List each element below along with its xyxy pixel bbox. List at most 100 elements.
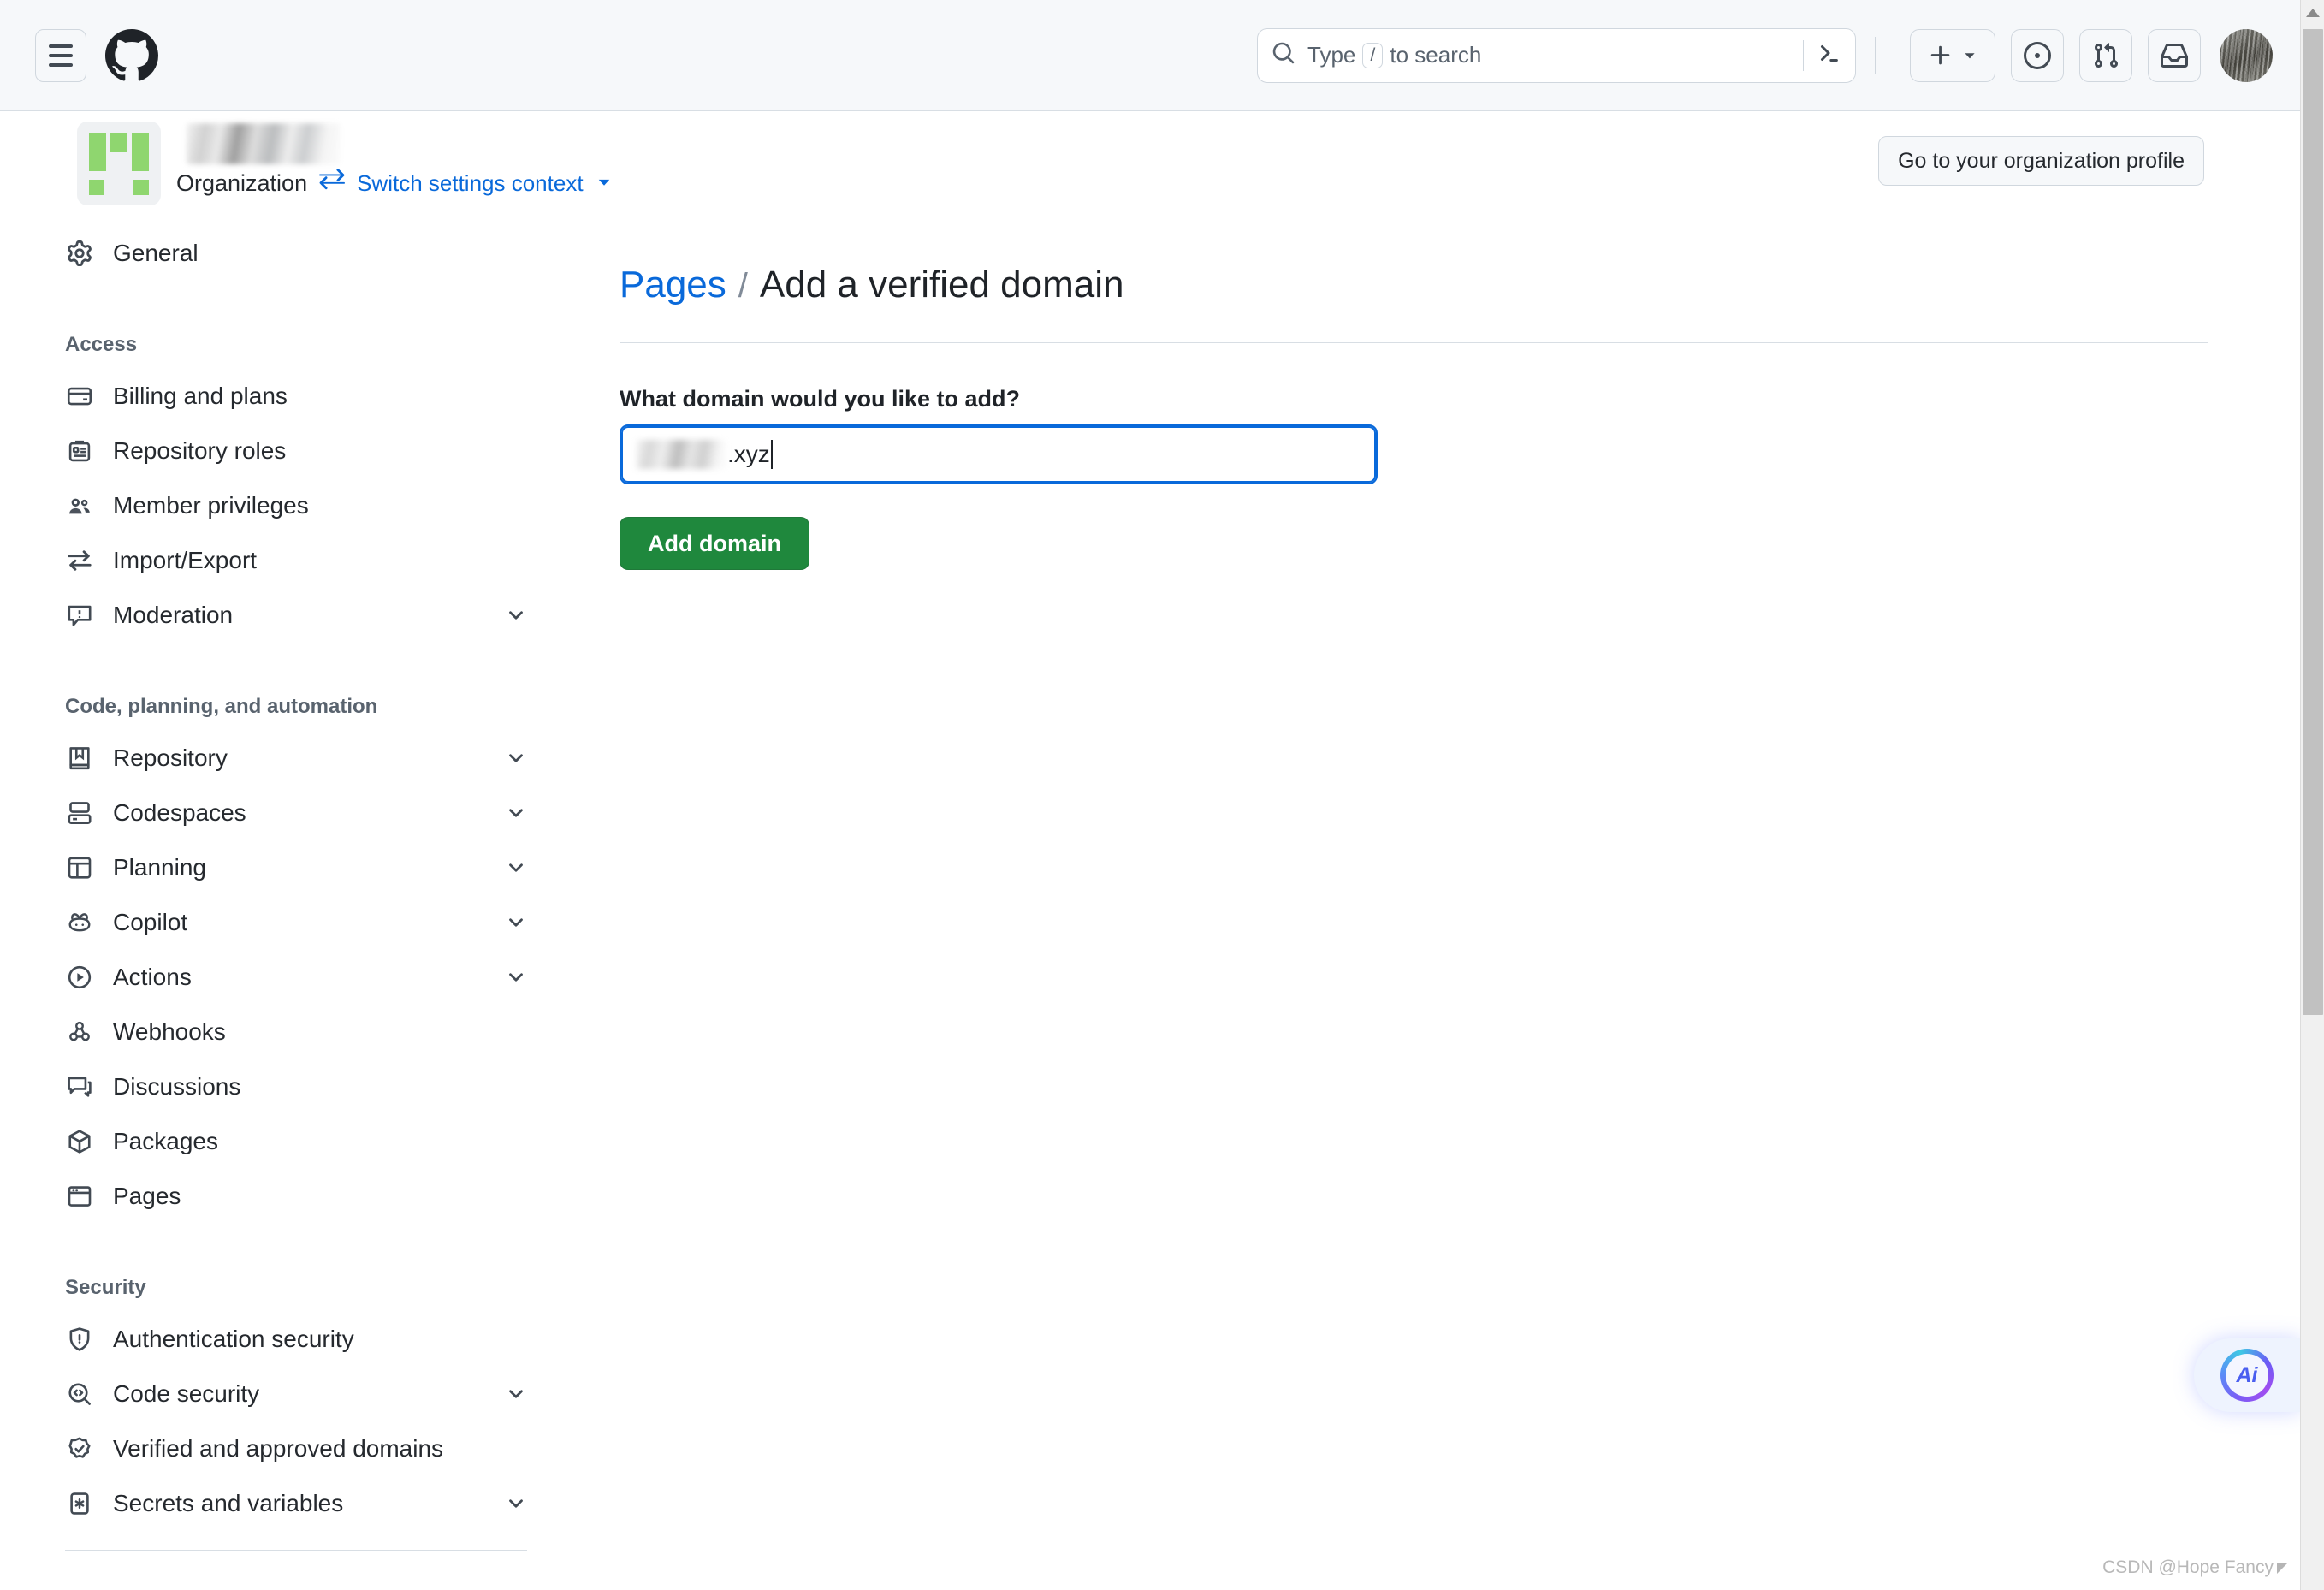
sidebar-item-label: Planning: [113, 854, 206, 881]
sidebar-item-label: Import/Export: [113, 547, 258, 573]
sidebar-item-repository[interactable]: Repository: [65, 731, 575, 786]
sidebar-section-code-title: Code, planning, and automation: [65, 695, 378, 718]
sidebar-item-label: Codespaces: [113, 799, 246, 826]
sidebar-item-repository-roles[interactable]: Repository roles: [65, 424, 575, 478]
sidebar-item-secrets-and-variables[interactable]: Secrets and variables: [65, 1476, 575, 1531]
sidebar-item-actions[interactable]: Actions: [65, 950, 575, 1005]
sidebar-top-gap: [65, 211, 575, 226]
org-identity: Organization Switch settings context: [77, 122, 613, 205]
sidebar-item-verified-and-approved-domains[interactable]: Verified and approved domains: [65, 1421, 575, 1476]
sidebar-item-label: Webhooks: [113, 1018, 226, 1045]
sidebar-item-discussions[interactable]: Discussions: [65, 1059, 575, 1114]
search-divider: [1803, 39, 1804, 71]
page-title: Add a verified domain: [759, 264, 1124, 306]
content-divider: [620, 342, 2208, 343]
ai-label: Ai: [2226, 1354, 2268, 1397]
chevron-down-icon[interactable]: [596, 170, 613, 197]
repo-icon: [65, 744, 94, 773]
header-separator: [1875, 36, 1876, 74]
hamburger-icon[interactable]: [35, 28, 86, 82]
watermark-text: CSDN @Hope Fancy: [2102, 1557, 2274, 1577]
id-badge-icon: [65, 436, 94, 466]
sidebar-divider: [65, 1550, 527, 1551]
chevron-down-icon[interactable]: [505, 747, 527, 769]
arrow-switch-icon: [65, 546, 94, 575]
org-context-row: Organization Switch settings context: [176, 168, 613, 199]
sidebar-item-import-export[interactable]: Import/Export: [65, 533, 575, 588]
search-input[interactable]: Type / to search: [1257, 27, 1856, 83]
chevron-down-icon[interactable]: [505, 911, 527, 934]
webhook-icon: [65, 1017, 94, 1047]
sidebar-item-member-privileges[interactable]: Member privileges: [65, 478, 575, 533]
sidebar-item-label: General: [113, 240, 199, 266]
organization-avatar[interactable]: [77, 122, 161, 205]
sidebar-item-moderation[interactable]: Moderation: [65, 588, 575, 643]
arrow-switch-icon: [319, 168, 346, 199]
sidebar-item-authentication-security[interactable]: Authentication security: [65, 1312, 575, 1367]
add-domain-button[interactable]: Add domain: [620, 517, 809, 570]
terminal-icon[interactable]: [1816, 40, 1841, 70]
notifications-button[interactable]: [2148, 28, 2201, 82]
chevron-down-icon[interactable]: [505, 1383, 527, 1405]
domain-input[interactable]: .xyz: [620, 424, 1378, 484]
sidebar-item-copilot[interactable]: Copilot: [65, 895, 575, 950]
browser-icon: [65, 1182, 94, 1211]
sidebar-item-label: Verified and approved domains: [113, 1435, 444, 1462]
chevron-down-icon[interactable]: [505, 857, 527, 879]
scrollbar-thumb[interactable]: [2303, 29, 2323, 1015]
report-icon: [65, 601, 94, 630]
sidebar-item-label: Repository: [113, 745, 228, 771]
plus-icon: [1930, 45, 1950, 64]
pull-requests-button[interactable]: [2079, 28, 2132, 82]
chevron-down-icon[interactable]: [505, 604, 527, 626]
breadcrumb: Pages / Add a verified domain: [620, 211, 2180, 306]
verified-icon: [65, 1434, 94, 1463]
create-new-button[interactable]: [1910, 28, 1995, 82]
sidebar-item-label: Copilot: [113, 909, 188, 935]
chevron-down-icon[interactable]: [505, 802, 527, 824]
org-header: Organization Switch settings context Go …: [0, 111, 2300, 211]
go-to-organization-profile-button[interactable]: Go to your organization profile: [1878, 136, 2204, 186]
git-pull-request-icon: [2094, 42, 2119, 68]
copilot-icon: [65, 908, 94, 937]
package-icon: [65, 1127, 94, 1156]
search-prefix: Type: [1307, 42, 1356, 68]
codespaces-icon: [65, 798, 94, 828]
settings-sidebar: General Access Billing and plans Reposit…: [0, 211, 575, 1569]
browser-page: Type / to search Organization Switch set…: [0, 0, 2324, 1590]
comment-discussion-icon: [65, 1072, 94, 1101]
org-name-redacted: [187, 123, 341, 164]
avatar[interactable]: [2220, 28, 2273, 82]
sidebar-item-label: Secrets and variables: [113, 1490, 344, 1516]
breadcrumb-separator: /: [738, 267, 748, 305]
sidebar-item-label: Actions: [113, 964, 192, 990]
project-icon: [65, 853, 94, 882]
ai-assistant-button[interactable]: Ai: [2194, 1338, 2300, 1412]
sidebar-item-packages[interactable]: Packages: [65, 1114, 575, 1169]
sidebar-item-webhooks[interactable]: Webhooks: [65, 1005, 575, 1059]
sidebar-item-general[interactable]: General: [65, 226, 575, 281]
issues-button[interactable]: [2011, 28, 2064, 82]
chevron-down-icon[interactable]: [505, 966, 527, 988]
sidebar-item-codespaces[interactable]: Codespaces: [65, 786, 575, 840]
scroll-up-arrow-icon[interactable]: [2301, 0, 2324, 26]
chevron-down-icon[interactable]: [505, 1492, 527, 1515]
sidebar-item-label: Member privileges: [113, 492, 309, 519]
play-icon: [65, 963, 94, 992]
sidebar-item-label: Discussions: [113, 1073, 241, 1100]
sidebar-item-pages[interactable]: Pages: [65, 1169, 575, 1224]
org-meta: Organization Switch settings context: [176, 122, 613, 199]
sidebar-item-planning[interactable]: Planning: [65, 840, 575, 895]
page-scrollbar[interactable]: [2300, 0, 2324, 1590]
breadcrumb-pages-link[interactable]: Pages: [620, 264, 726, 306]
gear-icon: [65, 239, 94, 268]
sidebar-item-code-security[interactable]: Code security: [65, 1367, 575, 1421]
domain-question-label: What domain would you like to add?: [620, 386, 1020, 412]
ai-gradient-ring: Ai: [2220, 1349, 2274, 1402]
org-type-label: Organization: [176, 170, 308, 196]
issue-opened-icon: [2024, 41, 2051, 69]
switch-settings-context-link[interactable]: Switch settings context: [357, 170, 583, 197]
main-content: Pages / Add a verified domain What domai…: [620, 211, 2208, 570]
sidebar-item-billing-and-plans[interactable]: Billing and plans: [65, 369, 575, 424]
github-logo-icon[interactable]: [105, 28, 158, 82]
